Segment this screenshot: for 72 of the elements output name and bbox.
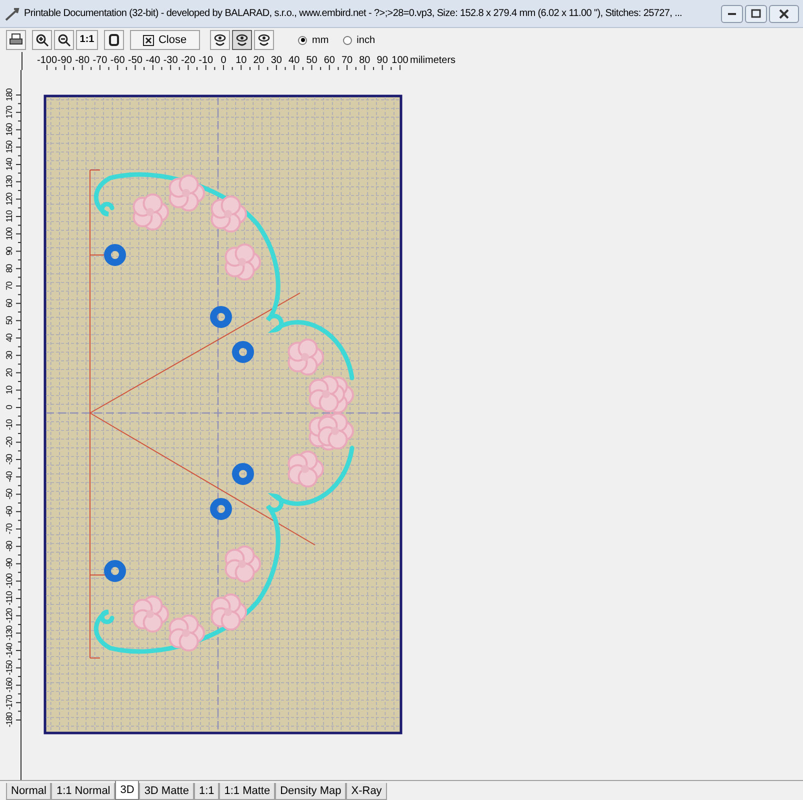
ruler-label: 20 bbox=[253, 55, 264, 66]
ruler-label: 170 bbox=[4, 106, 14, 119]
ruler-label: 90 bbox=[376, 55, 388, 66]
ruler-label: 80 bbox=[4, 264, 14, 273]
ruler-label: 0 bbox=[220, 55, 226, 66]
ruler-label: 140 bbox=[4, 158, 14, 171]
ruler-label: -10 bbox=[4, 420, 14, 430]
ruler-label: -40 bbox=[146, 55, 160, 66]
ruler-label: 180 bbox=[4, 88, 14, 102]
ruler-label: 70 bbox=[341, 55, 353, 66]
ruler-label: -130 bbox=[4, 626, 14, 640]
ruler-label: -40 bbox=[4, 472, 14, 482]
ruler-label: 10 bbox=[236, 55, 247, 66]
ruler-label: -60 bbox=[110, 55, 125, 66]
ruler-label: -20 bbox=[4, 436, 14, 448]
ruler-label: -80 bbox=[4, 541, 14, 552]
unit-radio[interactable]: inch bbox=[342, 32, 376, 48]
view-tab[interactable]: Normal bbox=[6, 783, 52, 800]
ruler-label: -110 bbox=[4, 591, 14, 606]
ruler-label: -160 bbox=[4, 678, 14, 693]
ruler-label: -20 bbox=[180, 55, 196, 66]
ruler-label: 30 bbox=[4, 351, 14, 360]
close-button[interactable]: Close bbox=[130, 30, 200, 50]
ruler-label: 110 bbox=[4, 210, 14, 222]
window-title: Printable Documentation (32-bit) - developed by BALARAD, s.r.o., www.embird.net - ?>;>28=0.vp3, Size: 152.8 x 279.4 mm (6.02 x 11.00 "), Stitches: 25727, ... bbox=[24, 7, 684, 21]
ruler-label: 150 bbox=[4, 140, 14, 154]
ruler-label: -140 bbox=[4, 643, 14, 658]
ruler-label: -30 bbox=[163, 55, 178, 66]
ruler-label: 50 bbox=[306, 55, 318, 66]
ruler-label: 40 bbox=[288, 55, 300, 66]
ruler-label: -100 bbox=[37, 55, 57, 66]
view-tab[interactable]: Density Map bbox=[275, 783, 346, 800]
view-tab[interactable]: 3D bbox=[115, 781, 140, 800]
ruler-label: 60 bbox=[324, 55, 335, 66]
ruler-label: 130 bbox=[4, 176, 14, 188]
unit-radio[interactable]: mm bbox=[298, 32, 329, 48]
ruler-label: -90 bbox=[4, 558, 14, 569]
ruler-label: -50 bbox=[4, 489, 14, 500]
actual-size-button[interactable]: 1:1 bbox=[76, 30, 98, 50]
ruler-label: -150 bbox=[4, 660, 14, 676]
ruler-label: 90 bbox=[4, 247, 14, 256]
ruler-label: -10 bbox=[198, 55, 214, 66]
ruler-label: -70 bbox=[92, 55, 108, 66]
ruler-label: -50 bbox=[128, 55, 142, 66]
ruler-label: 80 bbox=[359, 55, 370, 66]
view-tab[interactable]: 3D Matte bbox=[139, 783, 194, 800]
ruler-label: 160 bbox=[4, 124, 14, 136]
ruler-label: 100 bbox=[4, 228, 14, 240]
view-tab[interactable]: 1:1 bbox=[194, 783, 220, 800]
ruler-label: 10 bbox=[4, 386, 14, 394]
ruler-label: -180 bbox=[4, 712, 14, 728]
ruler-label: -80 bbox=[75, 55, 90, 66]
ruler-label: 30 bbox=[270, 55, 282, 66]
view-tab[interactable]: X-Ray bbox=[346, 783, 387, 800]
ruler-label: -100 bbox=[4, 574, 14, 588]
ruler-label: 60 bbox=[4, 299, 14, 308]
ruler-label: 50 bbox=[4, 316, 14, 325]
ruler-label: 40 bbox=[4, 334, 14, 342]
ruler-unit: milimeters bbox=[410, 55, 456, 66]
ruler-label: -90 bbox=[57, 55, 72, 66]
ruler-label: 100 bbox=[392, 55, 408, 66]
ruler-label: -30 bbox=[4, 454, 14, 465]
ruler-label: -70 bbox=[4, 524, 14, 534]
ruler-label: 20 bbox=[4, 368, 14, 377]
ruler-label: 0 bbox=[4, 405, 14, 410]
ruler-label: -60 bbox=[4, 506, 14, 517]
ruler-label: 120 bbox=[4, 192, 14, 206]
view-tab[interactable]: 1:1 Normal bbox=[51, 783, 116, 800]
ruler-label: 70 bbox=[4, 282, 14, 290]
ruler-label: -170 bbox=[4, 695, 14, 710]
ruler-label: -120 bbox=[4, 608, 14, 624]
view-tab[interactable]: 1:1 Matte bbox=[219, 783, 276, 800]
